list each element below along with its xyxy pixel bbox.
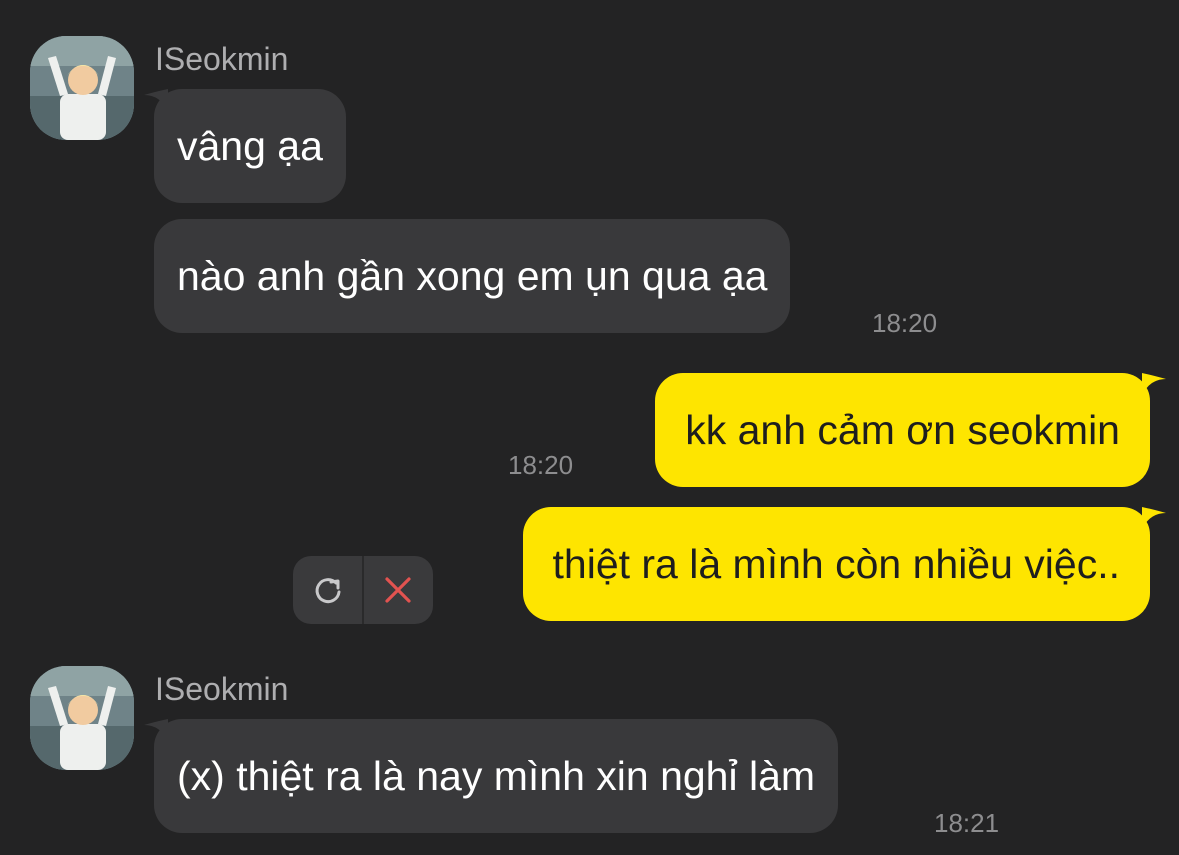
avatar[interactable] (30, 36, 134, 140)
message-bubble-outgoing[interactable]: kk anh cảm ơn seokmin (655, 373, 1150, 487)
message-timestamp: 18:20 (872, 308, 938, 338)
close-icon (385, 577, 412, 603)
avatar-photo (30, 36, 134, 140)
bubble-tail (1142, 373, 1166, 395)
sender-name: ISeokmin (155, 41, 289, 77)
refresh-icon (315, 578, 340, 604)
message-text: thiệt ra là mình còn nhiều việc.. (552, 541, 1120, 587)
message-timestamp: 18:20 (508, 450, 574, 480)
message-bubble-incoming[interactable]: vâng ạa (154, 89, 346, 203)
message-timestamp: 18:21 (934, 808, 1000, 838)
sender-name: ISeokmin (155, 671, 289, 707)
avatar-photo (30, 666, 134, 770)
avatar[interactable] (30, 666, 134, 770)
message-bubble-incoming[interactable]: (x) thiệt ra là nay mình xin nghỉ làm (154, 719, 839, 833)
bubble-tail (144, 719, 168, 741)
message-text: kk anh cảm ơn seokmin (685, 407, 1120, 453)
message-bubble-outgoing-failed[interactable]: thiệt ra là mình còn nhiều việc.. (522, 507, 1150, 621)
retry-button[interactable] (293, 556, 362, 624)
message-text: (x) thiệt ra là nay mình xin nghỉ làm (177, 753, 816, 799)
bubble-tail (1142, 507, 1166, 529)
delete-button[interactable] (364, 556, 433, 624)
message-text: vâng ạa (177, 123, 323, 169)
message-text: nào anh gần xong em ụn qua ạa (177, 253, 768, 299)
bubble-tail (144, 89, 168, 111)
failed-message-actions (293, 556, 433, 624)
message-bubble-incoming[interactable]: nào anh gần xong em ụn qua ạa (154, 219, 791, 333)
